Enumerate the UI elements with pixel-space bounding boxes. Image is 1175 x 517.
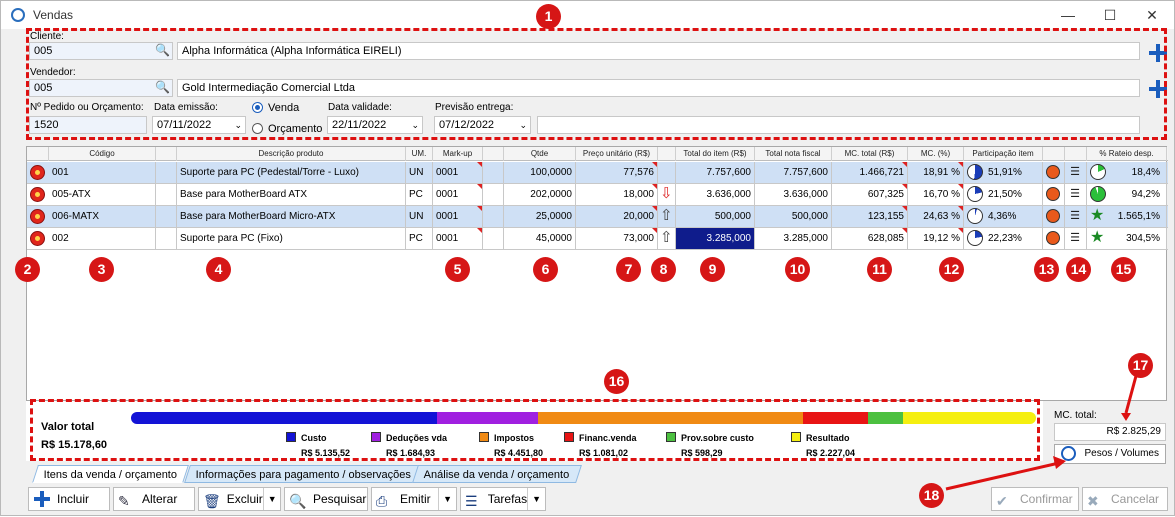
- callout-arrows: [945, 375, 1138, 491]
- arrow-18: [945, 461, 1060, 491]
- sales-window: Vendas — ☐ ✕ Cliente: 005 🔍 Alpha Inform…: [0, 0, 1175, 516]
- arrow-18-head: [1053, 456, 1066, 469]
- arrow-17: [1124, 375, 1138, 414]
- arrow-17-head: [1121, 413, 1131, 421]
